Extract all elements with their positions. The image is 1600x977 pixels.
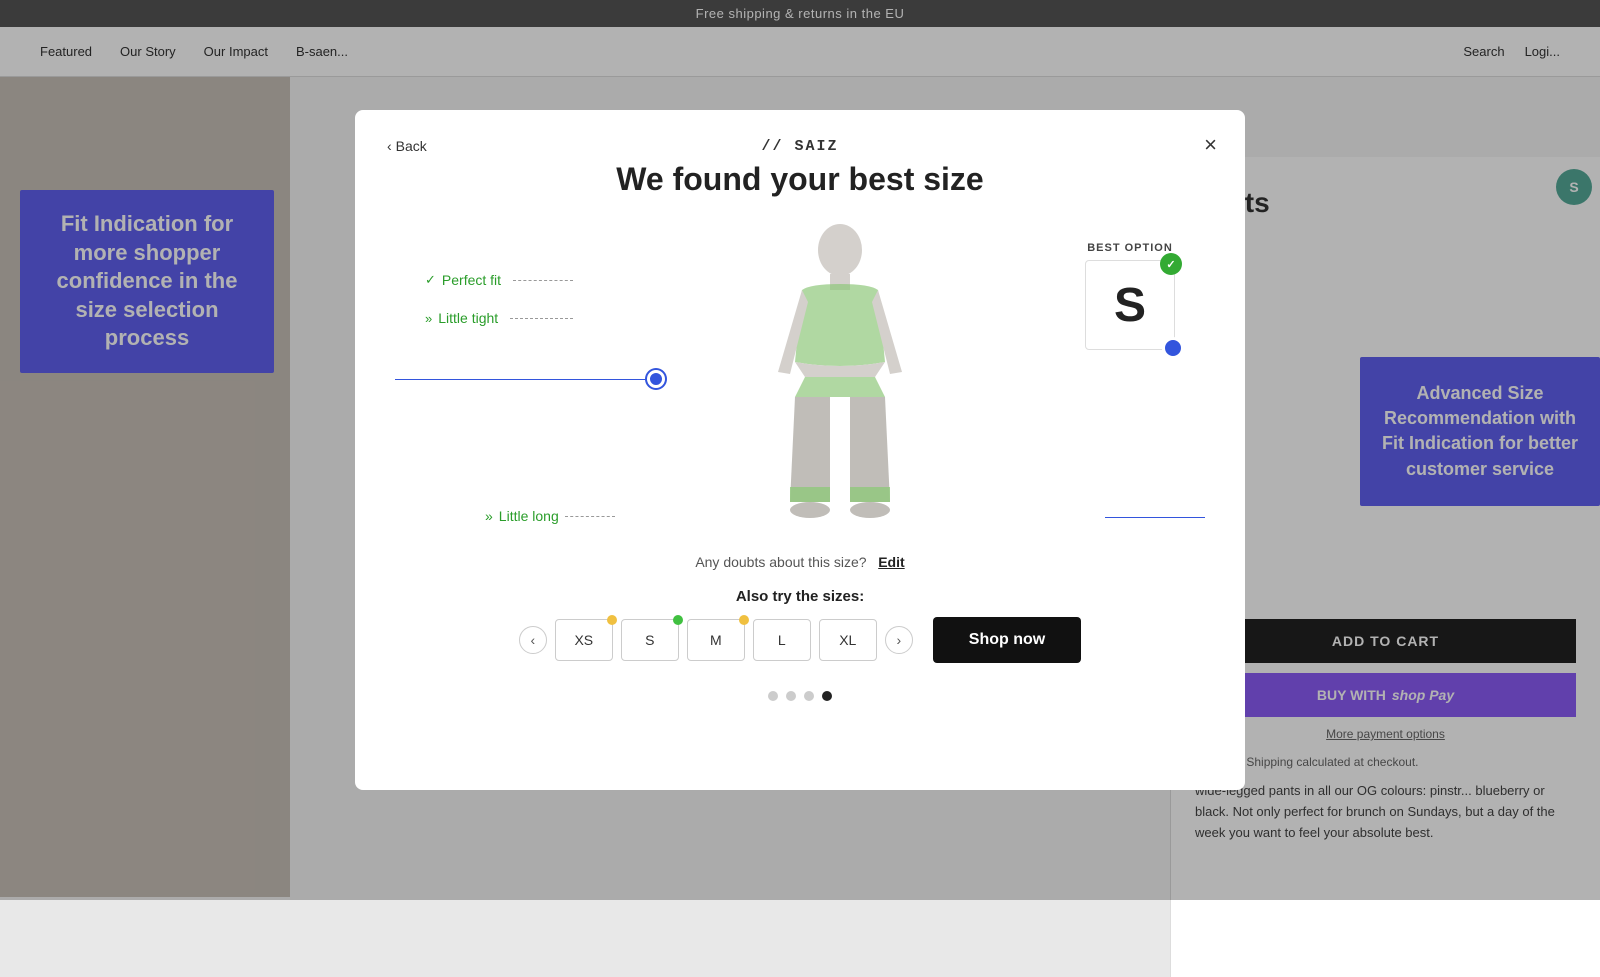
- pagination-dots: [768, 691, 832, 701]
- size-button-xl[interactable]: XL: [819, 619, 877, 661]
- fit-label-tight: » Little tight: [425, 310, 579, 326]
- left-connector-dot: [647, 370, 665, 388]
- size-recommendation-modal: // SAIZ ‹ Back × We found your best size…: [355, 110, 1245, 790]
- size-dot-xs: [607, 615, 617, 625]
- arrow-long-icon: »: [485, 508, 493, 524]
- chevron-left-icon: ‹: [530, 632, 535, 648]
- doubt-text: Any doubts about this size? Edit: [695, 554, 904, 570]
- size-button-xs[interactable]: XS: [555, 619, 613, 661]
- pagination-dot-2[interactable]: [786, 691, 796, 701]
- back-button[interactable]: ‹ Back: [387, 138, 427, 154]
- dashed-line-tight: [510, 318, 573, 319]
- chevron-right-icon: ›: [896, 632, 901, 648]
- pagination-dot-1[interactable]: [768, 691, 778, 701]
- back-label: Back: [396, 138, 427, 154]
- edit-link[interactable]: Edit: [878, 554, 904, 570]
- size-dot-m: [739, 615, 749, 625]
- check-icon: ✓: [425, 272, 436, 288]
- mannequin-figure: [740, 222, 960, 542]
- left-connector-line: [395, 379, 647, 380]
- body-visualization-area: ✓ Perfect fit » Little tight: [395, 222, 1205, 542]
- doubt-question: Any doubts about this size?: [695, 554, 866, 570]
- best-option-area: BEST OPTION S ✓: [1085, 242, 1175, 350]
- size-button-m[interactable]: M: [687, 619, 745, 661]
- best-option-box: S ✓: [1085, 260, 1175, 350]
- size-button-s[interactable]: S: [621, 619, 679, 661]
- back-chevron-icon: ‹: [387, 138, 392, 154]
- close-button[interactable]: ×: [1204, 134, 1217, 156]
- modal-title: We found your best size: [616, 161, 983, 198]
- dashed-line-long: [565, 516, 615, 517]
- pagination-dot-4[interactable]: [822, 691, 832, 701]
- best-size-text: S: [1114, 278, 1146, 333]
- fit-labels-container: ✓ Perfect fit » Little tight: [425, 232, 579, 326]
- mannequin-svg: [740, 222, 940, 542]
- modal-overlay: // SAIZ ‹ Back × We found your best size…: [0, 0, 1600, 900]
- size-button-l[interactable]: L: [753, 619, 811, 661]
- fit-label-long: » Little long: [485, 508, 615, 524]
- size-dot-s: [673, 615, 683, 625]
- best-option-checkmark: ✓: [1160, 253, 1182, 275]
- pagination-dot-3[interactable]: [804, 691, 814, 701]
- sizes-prev-arrow[interactable]: ‹: [519, 626, 547, 654]
- modal-logo: // SAIZ: [761, 138, 838, 155]
- right-connector-line: [1105, 517, 1205, 518]
- sizes-next-arrow[interactable]: ›: [885, 626, 913, 654]
- sizes-row: ‹ XS S M L XL › Shop now: [519, 617, 1081, 663]
- fit-label-perfect: ✓ Perfect fit: [425, 272, 579, 288]
- best-option-connector-dot: [1162, 337, 1184, 359]
- little-tight-text: Little tight: [438, 310, 498, 326]
- perfect-fit-text: Perfect fit: [442, 272, 501, 288]
- shop-now-button[interactable]: Shop now: [933, 617, 1081, 663]
- best-option-label: BEST OPTION: [1085, 242, 1175, 254]
- arrow-icon: »: [425, 311, 432, 326]
- little-long-text: Little long: [499, 508, 559, 524]
- also-try-label: Also try the sizes:: [736, 588, 864, 605]
- dashed-line-perfect: [513, 280, 573, 281]
